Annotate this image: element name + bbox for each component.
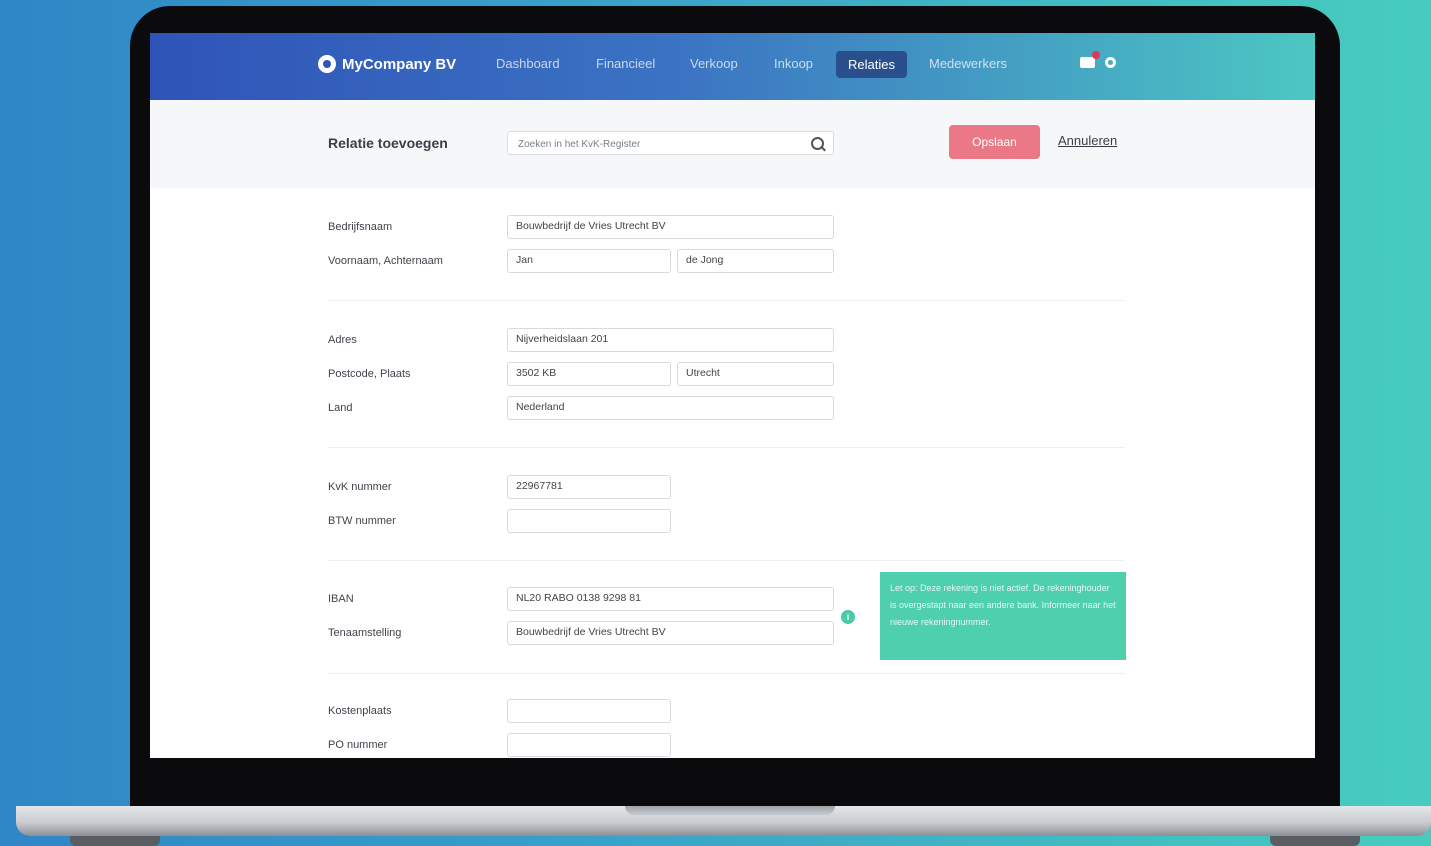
tenaamstelling-label: Tenaamstelling [328,627,402,639]
land-label: Land [328,402,353,414]
kostenplaats-label: Kostenplaats [328,705,392,717]
voornaam-field[interactable]: Jan [507,249,671,273]
laptop-hinge-notch [625,806,835,815]
kvk-label: KvK nummer [328,481,392,493]
po-label: PO nummer [328,739,388,751]
bedrijfsnaam-field[interactable]: Bouwbedrijf de Vries Utrecht BV [507,215,834,239]
naam-label: Voornaam, Achternaam [328,255,443,267]
btw-label: BTW nummer [328,515,396,527]
iban-warning-tooltip: Let op: Deze rekening is niet actief. De… [880,572,1126,660]
kvk-search-input[interactable] [516,133,810,155]
brand[interactable]: MyCompany BV [318,55,456,73]
adres-label: Adres [328,334,357,346]
section-divider [328,673,1125,674]
nav-item-relaties[interactable]: Relaties [836,51,907,78]
iban-label: IBAN [328,593,354,605]
cancel-link[interactable]: Annuleren [1058,133,1117,148]
kostenplaats-field[interactable] [507,699,671,723]
search-icon[interactable] [811,137,824,150]
tenaamstelling-field[interactable]: Bouwbedrijf de Vries Utrecht BV [507,621,834,645]
page-title: Relatie toevoegen [328,135,448,151]
gear-icon[interactable] [1105,57,1116,68]
achternaam-field[interactable]: de Jong [677,249,834,273]
top-nav: MyCompany BV Dashboard Financieel Verkoo… [150,33,1315,100]
nav-item-dashboard[interactable]: Dashboard [496,56,560,71]
bedrijfsnaam-label: Bedrijfsnaam [328,221,393,233]
nav-icons [1080,51,1116,68]
brand-logo-icon [318,55,336,73]
app-screen: MyCompany BV Dashboard Financieel Verkoo… [150,33,1315,758]
nav-item-financieel[interactable]: Financieel [596,56,655,71]
btw-field[interactable] [507,509,671,533]
section-divider [328,560,1125,561]
land-field[interactable]: Nederland [507,396,834,420]
iban-field[interactable]: NL20 RABO 0138 9298 81 [507,587,834,611]
laptop-foot-right [1270,836,1360,846]
kvk-search[interactable] [507,131,834,155]
notification-dot [1092,51,1100,59]
nav-item-medewerkers[interactable]: Medewerkers [929,56,1007,71]
kvk-field[interactable]: 22967781 [507,475,671,499]
brand-name: MyCompany BV [342,55,457,73]
laptop-foot-left [70,836,160,846]
page-header: Relatie toevoegen Opslaan Annuleren [150,100,1315,188]
adres-field[interactable]: Nijverheidslaan 201 [507,328,834,352]
notifications-icon[interactable] [1080,51,1100,68]
po-field[interactable] [507,733,671,757]
nav-item-inkoop[interactable]: Inkoop [774,56,813,71]
postcode-plaats-label: Postcode, Plaats [328,368,411,380]
section-divider [328,447,1125,448]
info-icon[interactable]: i [841,610,855,624]
postcode-field[interactable]: 3502 KB [507,362,671,386]
plaats-field[interactable]: Utrecht [677,362,834,386]
save-button[interactable]: Opslaan [949,125,1040,159]
nav-item-verkoop[interactable]: Verkoop [690,56,738,71]
section-divider [328,300,1125,301]
